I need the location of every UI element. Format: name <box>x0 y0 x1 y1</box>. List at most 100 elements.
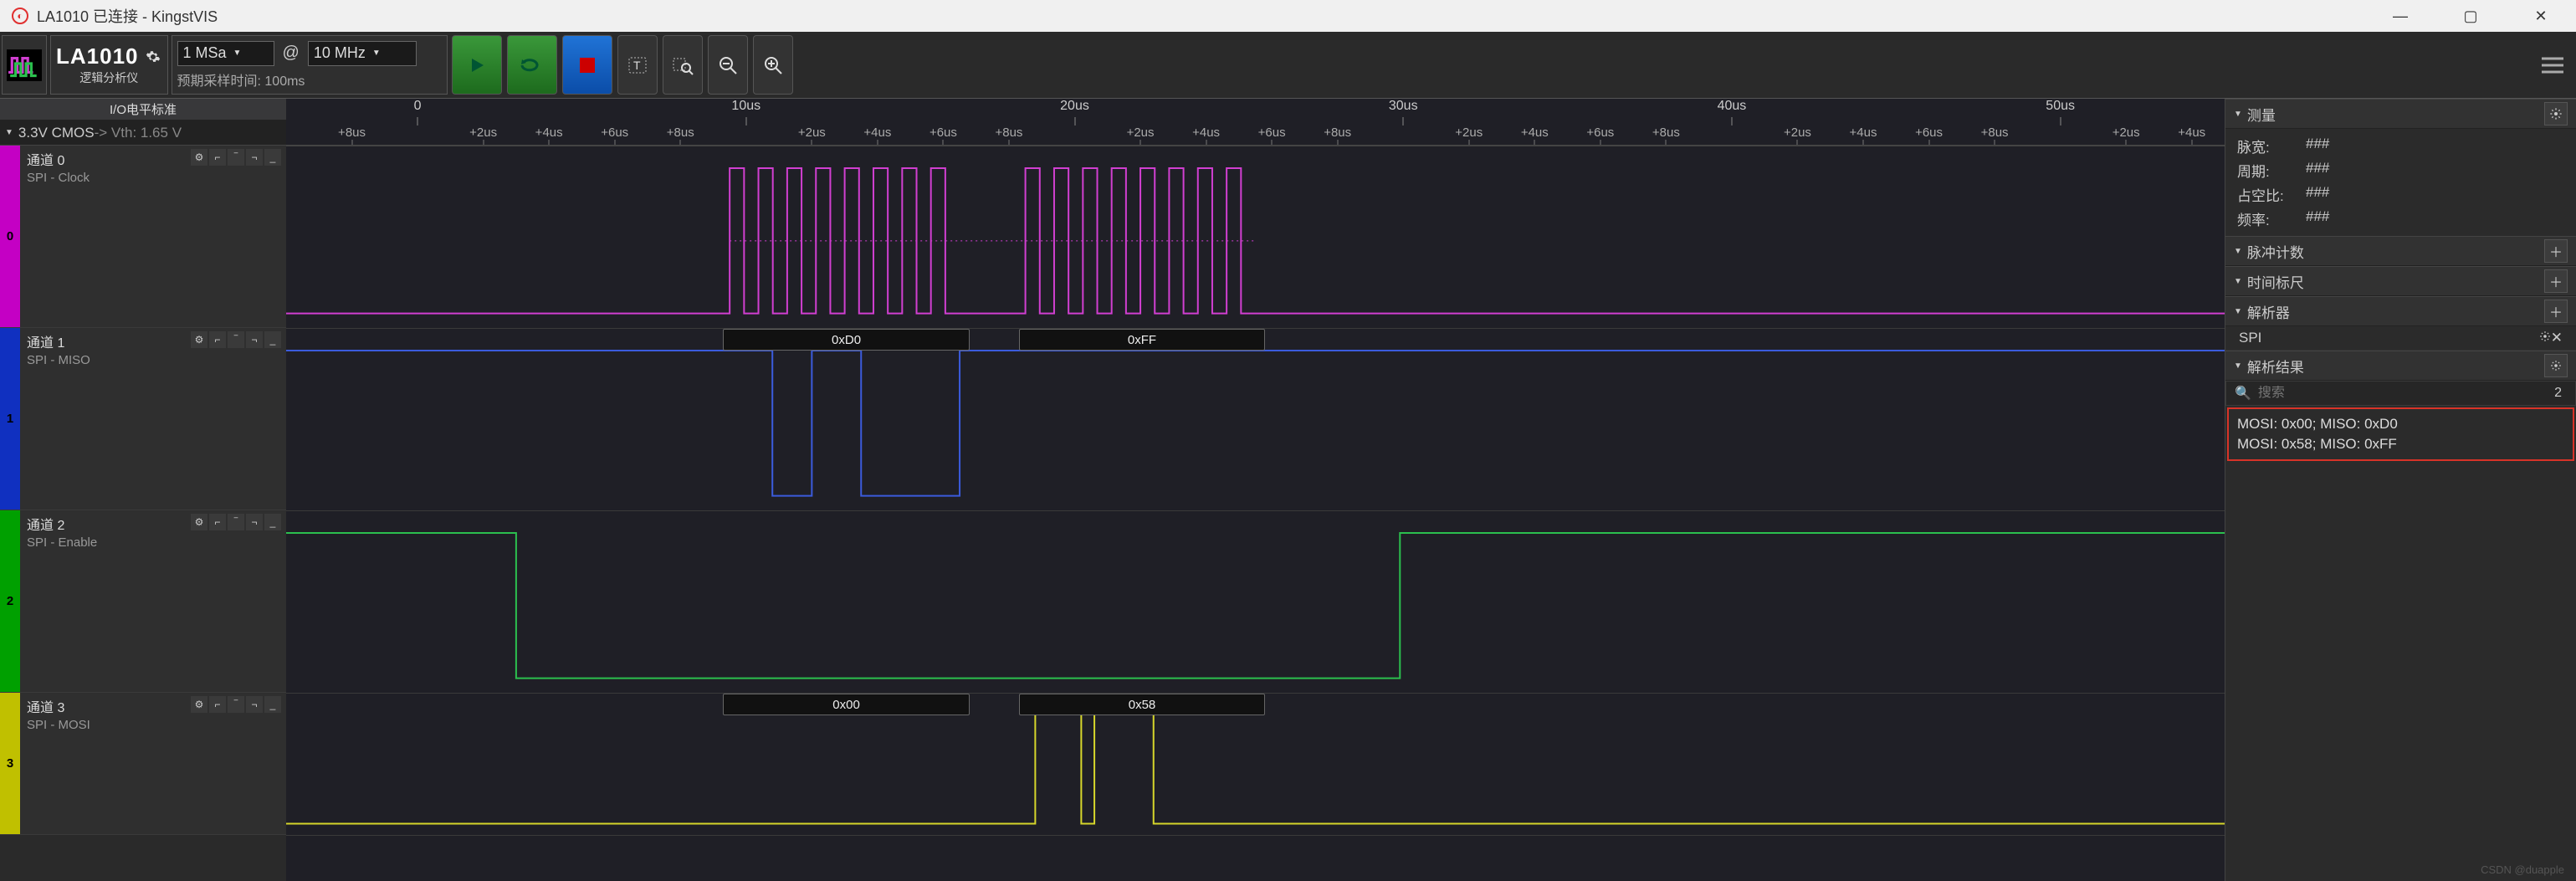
device-settings-button[interactable] <box>144 48 162 66</box>
channel-trigger-low-button[interactable]: _ <box>264 514 281 530</box>
channel-trigger-rise-button[interactable]: ⌐ <box>209 514 226 530</box>
channel-header[interactable]: 通道 1 SPI - MISO ⚙ ⌐ ‾ ¬ _ <box>20 328 286 510</box>
channel-header[interactable]: 通道 0 SPI - Clock ⚙ ⌐ ‾ ¬ _ <box>20 146 286 327</box>
result-row[interactable]: MOSI: 0x00; MISO: 0xD0 <box>2237 414 2564 434</box>
zoom-out-icon <box>718 55 738 75</box>
channel-trigger-high-button[interactable]: ‾ <box>228 149 244 166</box>
decoder-item-remove-button[interactable]: ✕ <box>2551 330 2563 346</box>
ruler-minor-label: +6us <box>1258 125 1286 140</box>
channel-trigger-low-button[interactable]: _ <box>264 696 281 713</box>
result-row[interactable]: MOSI: 0x58; MISO: 0xFF <box>2237 434 2564 454</box>
zoom-out-button[interactable] <box>708 35 748 95</box>
decoded-byte-bubble[interactable]: 0xFF <box>1019 329 1266 351</box>
sample-depth-select[interactable]: 1 MSa▼ <box>177 41 274 66</box>
run-loop-button[interactable] <box>507 35 557 95</box>
chevron-down-icon: ▼ <box>2234 361 2242 371</box>
ruler-minor-label: +2us <box>1455 125 1483 140</box>
decoder-add-button[interactable]: ＋ <box>2544 300 2568 323</box>
svg-text:T: T <box>633 59 641 72</box>
waveform-area[interactable]: 010us20us30us40us50us +8us+2us+4us+6us+8… <box>286 99 2225 881</box>
channel-trigger-high-button[interactable]: ‾ <box>228 514 244 530</box>
waveform-row[interactable] <box>286 511 2225 694</box>
channel-trigger-high-button[interactable]: ‾ <box>228 331 244 348</box>
ruler-minor-label: +2us <box>798 125 826 140</box>
channel-header[interactable]: 通道 2 SPI - Enable ⚙ ⌐ ‾ ¬ _ <box>20 510 286 692</box>
text-cursor-icon: T <box>627 55 648 75</box>
decoder-item-label: SPI <box>2239 330 2261 346</box>
ruler-minor-label: +4us <box>863 125 891 140</box>
window-minimize-button[interactable]: — <box>2384 3 2417 28</box>
results-list: MOSI: 0x00; MISO: 0xD0 MOSI: 0x58; MISO:… <box>2227 407 2574 461</box>
cursor-mode-button[interactable]: T <box>617 35 658 95</box>
measure-settings-button[interactable] <box>2544 102 2568 125</box>
decoder-section-header[interactable]: ▼ 解析器 ＋ <box>2225 296 2576 326</box>
ruler-major-label: 0 <box>414 99 422 114</box>
sample-rate-select[interactable]: 10 MHz▼ <box>308 41 417 66</box>
main-menu-button[interactable] <box>2529 32 2576 98</box>
channel-header-row: 1 通道 1 SPI - MISO ⚙ ⌐ ‾ ¬ _ <box>0 328 286 510</box>
results-section-header[interactable]: ▼ 解析结果 <box>2225 351 2576 381</box>
ruler-major-label: 10us <box>731 99 761 114</box>
channel-settings-button[interactable]: ⚙ <box>191 149 207 166</box>
channel-trigger-rise-button[interactable]: ⌐ <box>209 149 226 166</box>
channel-header[interactable]: 通道 3 SPI - MOSI ⚙ ⌐ ‾ ¬ _ <box>20 693 286 834</box>
channel-trigger-rise-button[interactable]: ⌐ <box>209 331 226 348</box>
ruler-major-label: 30us <box>1389 99 1418 114</box>
time-ruler[interactable]: 010us20us30us40us50us +8us+2us+4us+6us+8… <box>286 99 2225 146</box>
channel-panel: I/O电平标准 ▼ 3.3V CMOS -> Vth: 1.65 V 0 通道 … <box>0 99 286 881</box>
cmos-label: 3.3V CMOS <box>18 125 95 141</box>
waveform-row[interactable]: 0xD0 0xFF <box>286 329 2225 511</box>
voltage-threshold-row[interactable]: ▼ 3.3V CMOS -> Vth: 1.65 V <box>0 120 286 146</box>
channel-trigger-high-button[interactable]: ‾ <box>228 696 244 713</box>
ruler-minor-label: +4us <box>1850 125 1877 140</box>
channel-trigger-fall-button[interactable]: ¬ <box>246 514 263 530</box>
gear-icon <box>146 49 161 64</box>
channel-header-row: 3 通道 3 SPI - MOSI ⚙ ⌐ ‾ ¬ _ <box>0 693 286 835</box>
chevron-down-icon: ▼ <box>2234 110 2242 119</box>
pulse-add-button[interactable]: ＋ <box>2544 239 2568 263</box>
device-name: LA1010 <box>56 44 139 69</box>
ruler-minor-label: +4us <box>1521 125 1549 140</box>
ruler-minor-label: +8us <box>995 125 1022 140</box>
waveform-row[interactable] <box>286 146 2225 329</box>
measure-section-header[interactable]: ▼ 测量 <box>2225 99 2576 129</box>
decoded-byte-bubble[interactable]: 0xD0 <box>723 329 970 351</box>
stop-button[interactable] <box>562 35 612 95</box>
results-settings-button[interactable] <box>2544 354 2568 377</box>
zoom-in-button[interactable] <box>753 35 793 95</box>
ruler-minor-label: +8us <box>667 125 694 140</box>
waveform-row[interactable]: 0x00 0x58 <box>286 694 2225 836</box>
window-close-button[interactable]: ✕ <box>2524 3 2558 28</box>
time-ruler-section-header[interactable]: ▼ 时间标尺 ＋ <box>2225 266 2576 296</box>
ruler-major-label: 20us <box>1060 99 1089 114</box>
results-search-input[interactable] <box>2258 386 2549 401</box>
measure-value: ### <box>2306 184 2329 205</box>
device-subtitle: 逻辑分析仪 <box>56 69 162 86</box>
channel-header-row: 0 通道 0 SPI - Clock ⚙ ⌐ ‾ ¬ _ <box>0 146 286 328</box>
pulse-count-section-header[interactable]: ▼ 脉冲计数 ＋ <box>2225 236 2576 266</box>
ruler-minor-label: +8us <box>338 125 366 140</box>
channel-settings-button[interactable]: ⚙ <box>191 696 207 713</box>
channel-trigger-fall-button[interactable]: ¬ <box>246 696 263 713</box>
channel-trigger-low-button[interactable]: _ <box>264 331 281 348</box>
search-icon: 🔍 <box>2235 385 2251 402</box>
channel-protocol: SPI - MISO <box>27 353 279 367</box>
decoded-byte-bubble[interactable]: 0x00 <box>723 694 970 715</box>
results-title: 解析结果 <box>2247 356 2304 376</box>
ruler-minor-label: +2us <box>2113 125 2140 140</box>
channel-trigger-rise-button[interactable]: ⌐ <box>209 696 226 713</box>
channel-trigger-low-button[interactable]: _ <box>264 149 281 166</box>
channel-trigger-fall-button[interactable]: ¬ <box>246 331 263 348</box>
channel-settings-button[interactable]: ⚙ <box>191 514 207 530</box>
measure-title: 测量 <box>2247 104 2276 125</box>
window-maximize-button[interactable]: ▢ <box>2454 3 2487 28</box>
waveform-logo-icon <box>7 49 42 81</box>
channel-settings-button[interactable]: ⚙ <box>191 331 207 348</box>
channel-trigger-fall-button[interactable]: ¬ <box>246 149 263 166</box>
decoder-item-settings-button[interactable] <box>2539 330 2551 346</box>
run-button[interactable] <box>452 35 502 95</box>
decoder-item-spi[interactable]: SPI ✕ <box>2225 326 2576 351</box>
zoom-region-button[interactable] <box>663 35 703 95</box>
decoded-byte-bubble[interactable]: 0x58 <box>1019 694 1266 715</box>
ruler-add-button[interactable]: ＋ <box>2544 269 2568 293</box>
